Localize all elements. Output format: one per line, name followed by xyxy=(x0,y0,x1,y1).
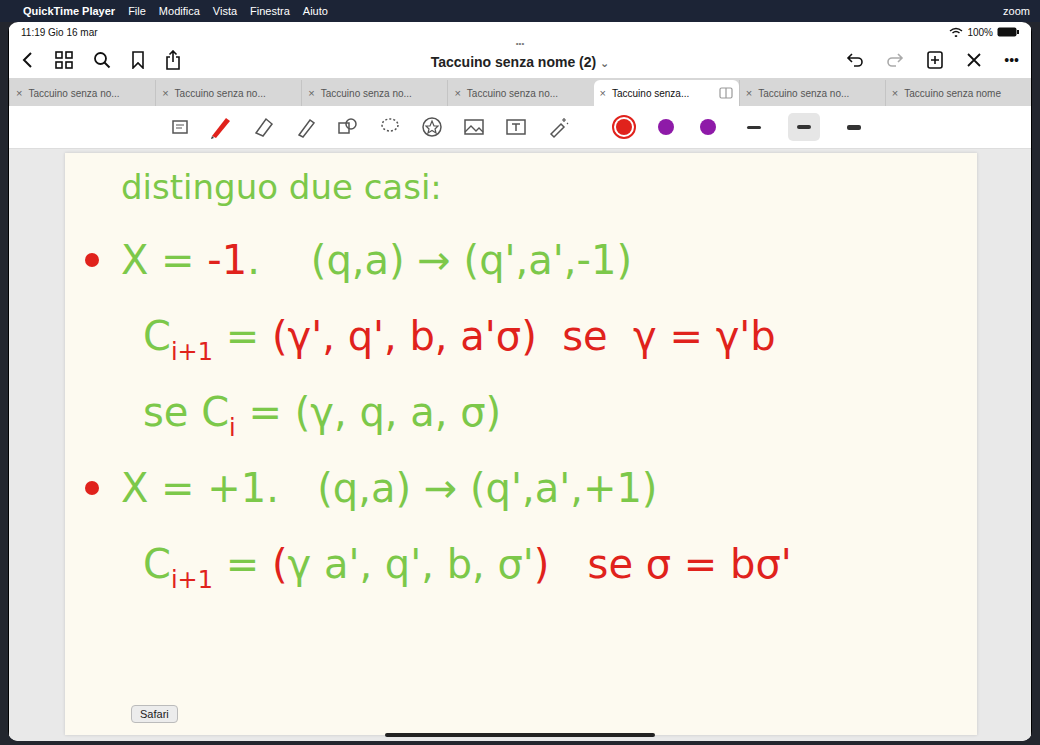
note-line: Ci+1 = (γ a', q', b, σ') se σ = bσ' xyxy=(85,540,957,588)
bookmark-icon[interactable] xyxy=(131,51,145,69)
tab-close[interactable]: × xyxy=(162,87,168,99)
note-text: i+1 xyxy=(171,338,213,367)
split-view-icon[interactable] xyxy=(719,87,733,99)
search-icon[interactable] xyxy=(93,51,111,69)
laser-pointer-icon[interactable] xyxy=(546,115,570,139)
eraser-icon[interactable] xyxy=(252,115,276,139)
status-bar: 11:19 Gio 16 mar 100% xyxy=(9,22,1031,42)
multitask-dots[interactable]: ••• xyxy=(516,40,524,48)
note-text: i+1 xyxy=(171,566,213,595)
grid-icon[interactable] xyxy=(55,51,73,69)
menu-item[interactable]: File xyxy=(128,5,146,17)
note-text: i xyxy=(229,414,236,443)
menu-bar: QuickTime Player File Modifica Vista Finestr… xyxy=(0,0,1040,22)
canvas: distinguo due casi: X = -1. (q,a) → (q',a… xyxy=(9,149,1031,741)
undo-icon[interactable] xyxy=(846,52,864,68)
note-text: C xyxy=(143,312,171,360)
app-menu[interactable]: QuickTime Player xyxy=(23,5,115,17)
tab[interactable]: ×Taccuino senza no... xyxy=(301,80,447,106)
note-text: C xyxy=(143,540,171,588)
back-icon[interactable] xyxy=(21,51,35,69)
note-text: ( xyxy=(272,540,288,588)
note-line: X = -1. (q,a) → (q',a',-1) xyxy=(85,236,957,284)
menu-item[interactable]: Finestra xyxy=(250,5,290,17)
image-icon[interactable] xyxy=(462,115,486,139)
highlighter-icon[interactable] xyxy=(294,115,318,139)
tab[interactable]: ×Taccuino senza no... xyxy=(9,80,155,106)
menu-item[interactable]: Modifica xyxy=(159,5,200,17)
note-text: = xyxy=(213,312,272,360)
note-text: ) xyxy=(534,540,550,588)
menu-item[interactable]: Aiuto xyxy=(303,5,328,17)
note-page[interactable]: distinguo due casi: X = -1. (q,a) → (q',a… xyxy=(65,153,977,735)
shapes-icon[interactable] xyxy=(336,115,360,139)
add-page-icon[interactable] xyxy=(926,51,944,69)
tab[interactable]: ×Taccuino senza no... xyxy=(739,80,885,106)
tab-close[interactable]: × xyxy=(16,87,22,99)
quicktime-window: 11:19 Gio 16 mar 100% ••• Taccuino senza … xyxy=(8,22,1032,741)
tab[interactable]: ×Taccuino senza no... xyxy=(155,80,301,106)
color-swatch[interactable] xyxy=(696,115,720,139)
stroke-width-option[interactable] xyxy=(838,113,870,141)
tab-close[interactable]: × xyxy=(308,87,314,99)
zoom-status[interactable]: zoom xyxy=(1003,5,1030,17)
color-swatch[interactable] xyxy=(612,115,636,139)
tab-close[interactable]: × xyxy=(600,87,606,99)
read-mode-icon[interactable] xyxy=(170,117,190,137)
bullet-dot xyxy=(85,481,99,495)
note-text: distinguo due casi: xyxy=(121,167,442,208)
note-line: distinguo due casi: xyxy=(85,167,957,208)
tab[interactable]: ×Taccuino senza nome xyxy=(885,80,1031,106)
bullet-dot xyxy=(85,253,99,267)
note-line: Ci+1 = (γ', q', b, a'σ) se γ = γ'b xyxy=(85,312,957,360)
note-text: (γ', q', b, a'σ) xyxy=(272,312,537,360)
redo-icon[interactable] xyxy=(886,52,904,68)
tab-close[interactable]: × xyxy=(892,87,898,99)
note-text: se σ = bσ' xyxy=(549,540,791,588)
tab-close[interactable]: × xyxy=(454,87,460,99)
note-line: se Ci = (γ, q, a, σ) xyxy=(85,388,957,436)
color-swatch[interactable] xyxy=(654,115,678,139)
note-text: se C xyxy=(143,388,229,436)
tab-strip: ×Taccuino senza no...×Taccuino senza no.… xyxy=(9,78,1031,106)
notebook-title[interactable]: Taccuino senza nome (2) ⌄ xyxy=(431,54,610,70)
menu-item[interactable]: Vista xyxy=(213,5,237,17)
share-icon[interactable] xyxy=(165,50,181,70)
stroke-width-option[interactable] xyxy=(738,113,770,141)
note-text: = xyxy=(213,540,272,588)
sticker-icon[interactable] xyxy=(420,115,444,139)
note-text: se γ = γ'b xyxy=(537,312,776,360)
stroke-width-option[interactable] xyxy=(788,113,820,141)
wifi-icon xyxy=(949,27,963,37)
dock-tooltip: Safari xyxy=(131,705,178,723)
nav-bar: ••• Taccuino senza nome (2) ⌄ ••• xyxy=(9,42,1031,78)
tab-close[interactable]: × xyxy=(746,87,752,99)
note-text: X = xyxy=(121,236,207,284)
screen: QuickTime Player File Modifica Vista Finestr… xyxy=(0,0,1040,745)
note-text: . (q,a) → (q',a',-1) xyxy=(247,236,632,284)
note-text: X = +1. (q,a) → (q',a',+1) xyxy=(121,464,657,512)
tab[interactable]: ×Taccuino senza no... xyxy=(447,80,593,106)
note-text: γ a', q', b, σ' xyxy=(288,540,534,588)
close-icon[interactable] xyxy=(966,52,982,68)
note-text: = (γ, q, a, σ) xyxy=(236,388,501,436)
pen-icon[interactable] xyxy=(208,114,234,140)
lasso-icon[interactable] xyxy=(378,115,402,139)
more-button[interactable]: ••• xyxy=(1004,52,1019,68)
status-time: 11:19 Gio 16 mar xyxy=(21,27,98,38)
ipad-screen: 11:19 Gio 16 mar 100% ••• Taccuino senza … xyxy=(9,22,1031,741)
tab[interactable]: ×Taccuino senza... xyxy=(594,80,739,106)
battery-icon xyxy=(997,27,1019,37)
text-box-icon[interactable] xyxy=(504,115,528,139)
note-text: -1 xyxy=(207,236,247,284)
battery-level: 100% xyxy=(949,27,1019,38)
tool-bar xyxy=(9,106,1031,149)
note-line: X = +1. (q,a) → (q',a',+1) xyxy=(85,464,957,512)
home-indicator[interactable] xyxy=(385,733,655,737)
